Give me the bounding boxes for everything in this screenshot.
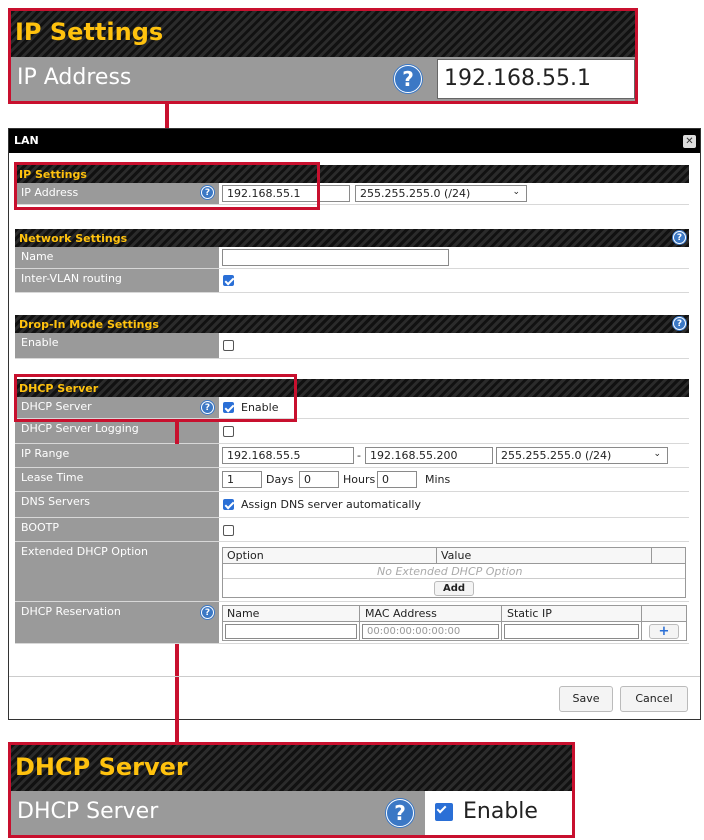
bootp-row: BOOTP bbox=[15, 518, 689, 542]
zoom-dhcp-header: DHCP Server bbox=[11, 745, 572, 791]
ip-range-mask-select[interactable]: 255.255.255.0 (/24) ⌄ bbox=[496, 447, 668, 464]
network-settings-header: Network Settings ? bbox=[15, 229, 689, 247]
days-text: Days bbox=[266, 473, 294, 486]
zoom-dhcp-server-label: DHCP Server bbox=[17, 799, 159, 824]
lease-time-row: Lease Time 1 Days 0 Hours 0 Mins bbox=[15, 468, 689, 492]
bootp-label: BOOTP bbox=[15, 518, 219, 541]
zoom-dhcp-server-row: DHCP Server ? Enable bbox=[11, 791, 572, 835]
name-label: Name bbox=[15, 247, 219, 268]
zoom-ip-address-label: IP Address bbox=[17, 65, 132, 90]
res-col-ip: Static IP bbox=[507, 607, 552, 620]
reservation-row: DHCP Reservation ? Name MAC Address Stat… bbox=[15, 602, 689, 644]
ext-option-label: Extended DHCP Option bbox=[15, 542, 219, 601]
dhcp-logging-checkbox[interactable] bbox=[223, 426, 234, 437]
ext-option-row: Extended DHCP Option Option Value No Ext… bbox=[15, 542, 689, 602]
ip-range-dash: - bbox=[357, 449, 361, 462]
intervlan-checkbox[interactable] bbox=[223, 275, 234, 286]
chevron-down-icon: ⌄ bbox=[653, 449, 661, 459]
dns-servers-row: DNS Servers Assign DNS server automatica… bbox=[15, 492, 689, 518]
lease-days-input[interactable]: 1 bbox=[222, 471, 262, 488]
ext-option-table: Option Value No Extended DHCP Option Add bbox=[222, 547, 686, 598]
name-input[interactable] bbox=[222, 249, 449, 266]
question-icon[interactable]: ? bbox=[394, 65, 422, 93]
dropin-header: Drop-In Mode Settings ? bbox=[15, 315, 689, 333]
dropin-enable-checkbox[interactable] bbox=[223, 340, 234, 351]
hours-text: Hours bbox=[343, 473, 376, 486]
lease-time-label: Lease Time bbox=[15, 468, 219, 491]
dns-servers-label: DNS Servers bbox=[15, 492, 219, 517]
question-icon[interactable]: ? bbox=[201, 606, 214, 619]
reservation-label: DHCP Reservation bbox=[15, 602, 219, 643]
ip-mask-select[interactable]: 255.255.255.0 (/24) ⌄ bbox=[355, 185, 527, 202]
ext-option-header: Option Value bbox=[223, 548, 685, 564]
question-icon[interactable]: ? bbox=[673, 231, 686, 244]
dns-auto-checkbox[interactable] bbox=[223, 499, 234, 510]
zoom-dhcp-server: DHCP Server DHCP Server ? Enable bbox=[8, 742, 575, 838]
res-ip-input[interactable] bbox=[504, 624, 639, 639]
zoom-dhcp-enable-cell: Enable bbox=[425, 791, 572, 835]
intervlan-row: Inter-VLAN routing bbox=[15, 269, 689, 293]
ext-empty-text: No Extended DHCP Option bbox=[377, 565, 523, 578]
network-settings-title: Network Settings bbox=[19, 232, 128, 245]
dropin-enable-label: Enable bbox=[15, 333, 219, 358]
highlight-dhcp-server bbox=[14, 374, 297, 422]
res-col-name: Name bbox=[227, 607, 260, 620]
chevron-down-icon: ⌄ bbox=[512, 187, 520, 197]
zoom-dhcp-enable-text: Enable bbox=[463, 799, 538, 824]
ext-add-button[interactable]: Add bbox=[434, 581, 474, 596]
question-icon[interactable]: ? bbox=[673, 317, 686, 330]
lease-hours-input[interactable]: 0 bbox=[299, 471, 339, 488]
zoom-dhcp-enable-checkbox[interactable] bbox=[435, 803, 453, 821]
zoom-dhcp-title: DHCP Server bbox=[15, 753, 188, 781]
cancel-button[interactable]: Cancel bbox=[620, 686, 688, 712]
question-icon[interactable]: ? bbox=[386, 799, 414, 827]
ip-range-start-input[interactable]: 192.168.55.5 bbox=[222, 447, 354, 464]
close-icon[interactable]: ✕ bbox=[683, 135, 696, 148]
ip-range-label: IP Range bbox=[15, 444, 219, 467]
zoom-ip-address-row: IP Address ? 192.168.55.1 bbox=[11, 57, 635, 101]
dns-auto-text: Assign DNS server automatically bbox=[241, 498, 421, 511]
ext-col-value: Value bbox=[441, 549, 472, 562]
dhcp-logging-row: DHCP Server Logging bbox=[15, 419, 689, 444]
dialog-footer-divider bbox=[9, 676, 700, 677]
lease-mins-input[interactable]: 0 bbox=[377, 471, 417, 488]
dialog-titlebar: LAN ✕ bbox=[9, 129, 700, 153]
ip-range-end-input[interactable]: 192.168.55.200 bbox=[365, 447, 493, 464]
zoom-ip-address-input[interactable]: 192.168.55.1 bbox=[437, 59, 635, 99]
intervlan-label: Inter-VLAN routing bbox=[15, 269, 219, 292]
zoom-ip-settings-header: IP Settings bbox=[11, 11, 635, 57]
dhcp-logging-label: DHCP Server Logging bbox=[15, 419, 219, 443]
dropin-enable-row: Enable bbox=[15, 333, 689, 359]
save-button[interactable]: Save bbox=[559, 686, 613, 712]
dropin-title: Drop-In Mode Settings bbox=[19, 318, 159, 331]
plus-icon[interactable]: + bbox=[649, 624, 679, 639]
ip-range-row: IP Range 192.168.55.5 - 192.168.55.200 2… bbox=[15, 444, 689, 468]
bootp-checkbox[interactable] bbox=[223, 525, 234, 536]
highlight-ip-settings bbox=[14, 162, 320, 210]
reservation-table: Name MAC Address Static IP 00:00:00:00:0… bbox=[222, 605, 687, 641]
zoom-ip-settings: IP Settings IP Address ? 192.168.55.1 bbox=[8, 8, 638, 104]
ext-col-option: Option bbox=[227, 549, 264, 562]
dialog-title: LAN bbox=[14, 134, 39, 147]
mins-text: Mins bbox=[425, 473, 451, 486]
res-name-input[interactable] bbox=[225, 624, 357, 639]
zoom-ip-settings-title: IP Settings bbox=[15, 18, 164, 46]
res-col-mac: MAC Address bbox=[365, 607, 437, 620]
name-row: Name bbox=[15, 247, 689, 269]
res-mac-input[interactable]: 00:00:00:00:00:00 bbox=[362, 624, 499, 639]
